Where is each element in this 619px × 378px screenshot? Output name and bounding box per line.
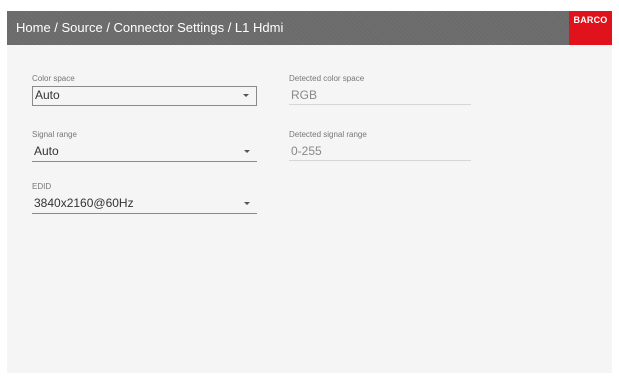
signal-range-field: Signal range Auto — [32, 130, 257, 162]
signal-range-value: Auto — [34, 144, 59, 158]
edid-label: EDID — [32, 182, 52, 191]
color-space-field: Color space Auto — [32, 74, 257, 106]
detected-color-space-value: RGB — [291, 88, 318, 102]
detected-color-space-display: RGB — [289, 86, 471, 105]
chevron-down-icon — [244, 202, 250, 205]
color-space-label: Color space — [32, 74, 75, 83]
signal-range-label: Signal range — [32, 130, 77, 139]
color-space-select[interactable]: Auto — [32, 86, 257, 106]
header-bar: Home / Source / Connector Settings / L1 … — [7, 11, 612, 45]
edid-field: EDID 3840x2160@60Hz — [32, 182, 257, 214]
settings-panel: Home / Source / Connector Settings / L1 … — [7, 11, 612, 373]
chevron-down-icon — [244, 150, 250, 153]
breadcrumb: Home / Source / Connector Settings / L1 … — [16, 20, 284, 35]
chevron-down-icon — [243, 94, 249, 97]
detected-color-space-field: Detected color space RGB — [289, 74, 471, 105]
barco-logo: BARCO — [569, 11, 612, 45]
edid-select[interactable]: 3840x2160@60Hz — [32, 194, 257, 214]
edid-value: 3840x2160@60Hz — [34, 196, 134, 210]
detected-signal-range-display: 0-255 — [289, 142, 471, 161]
detected-color-space-label: Detected color space — [289, 74, 365, 83]
detected-signal-range-field: Detected signal range 0-255 — [289, 130, 471, 161]
detected-signal-range-value: 0-255 — [291, 144, 322, 158]
signal-range-select[interactable]: Auto — [32, 142, 257, 162]
detected-signal-range-label: Detected signal range — [289, 130, 367, 139]
color-space-value: Auto — [35, 88, 60, 102]
